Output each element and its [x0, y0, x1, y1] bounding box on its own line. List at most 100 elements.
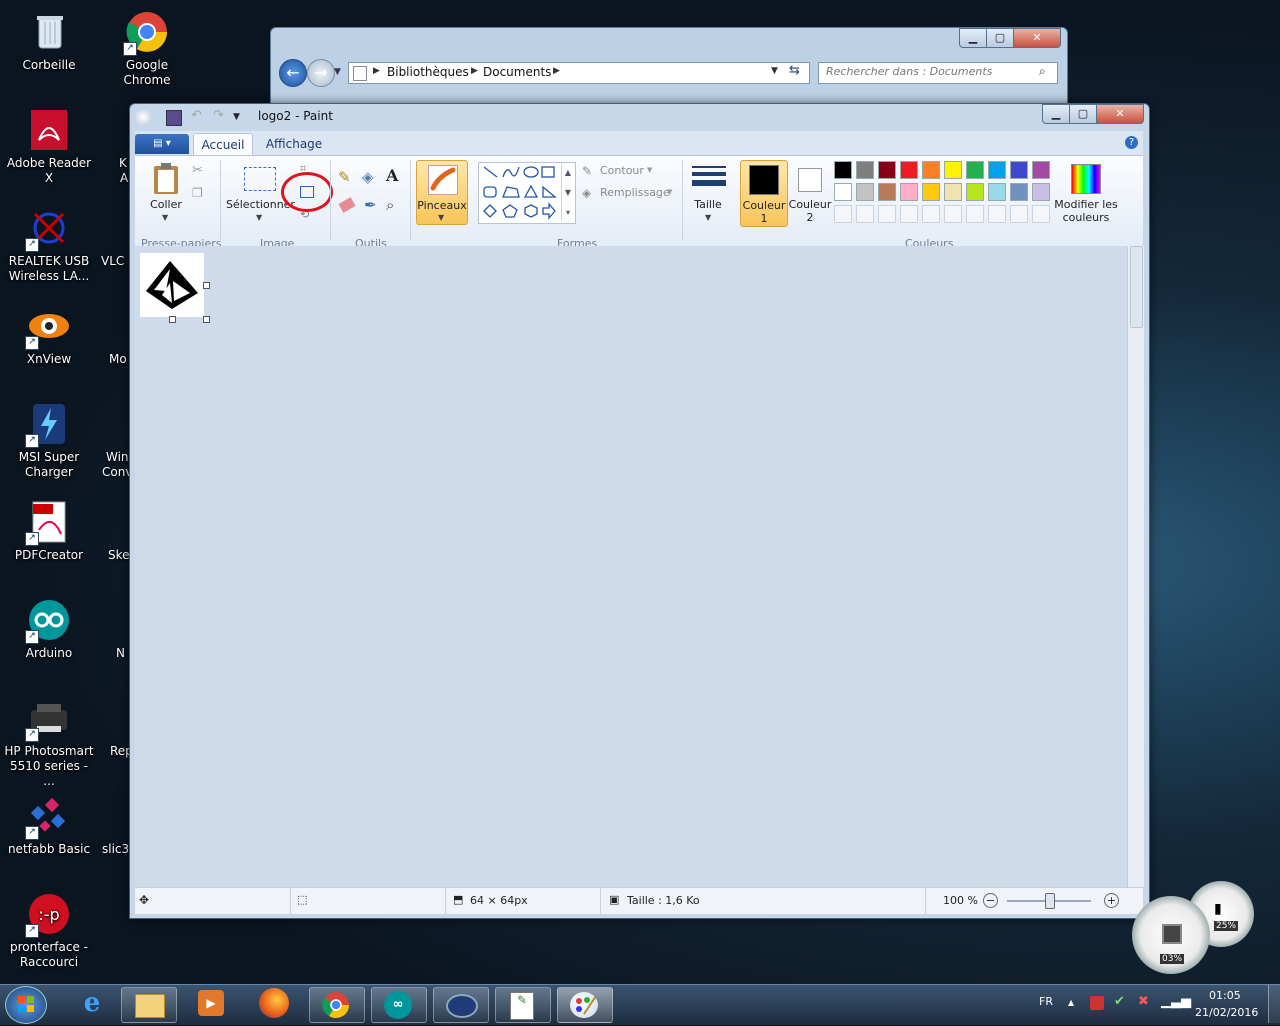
zoom-out-button[interactable]: − [983, 893, 998, 908]
paint-app-icon[interactable] [135, 109, 151, 125]
refresh-icon[interactable]: ⇆ [789, 63, 800, 78]
palette-swatch[interactable] [834, 161, 852, 179]
palette-swatch[interactable] [966, 183, 984, 201]
breadcrumb-arrow-icon[interactable]: ▶ [553, 66, 560, 76]
palette-swatch[interactable] [834, 183, 852, 201]
paint-menu-button[interactable]: ▤ ▾ [135, 134, 189, 154]
paste-button[interactable]: Coller [143, 198, 189, 211]
taskbar-editor[interactable]: ✎ [495, 987, 551, 1023]
select-icon[interactable] [244, 167, 276, 191]
pencil-icon[interactable]: ✎ [338, 168, 351, 186]
palette-swatch[interactable] [900, 183, 918, 201]
palette-swatch[interactable] [922, 183, 940, 201]
edit-colors-button[interactable]: Modifier les [1054, 198, 1118, 211]
quick-access-dropdown-icon[interactable]: ▼ [233, 112, 240, 122]
palette-empty-swatch[interactable] [988, 205, 1006, 223]
outline-button[interactable]: Contour [600, 164, 644, 177]
fill-icon[interactable]: ◈ [362, 168, 374, 186]
fill-bucket-icon[interactable]: ◈ [582, 186, 591, 200]
desktop-icon-pronterface[interactable]: :-p ↗ pronterface - Raccourci [4, 886, 94, 970]
palette-swatch[interactable] [988, 161, 1006, 179]
desktop-icon-realtek[interactable]: ↗ REALTEK USB Wireless LA... [4, 200, 94, 284]
palette-swatch[interactable] [1010, 183, 1028, 201]
desktop-icon-chrome[interactable]: ↗ Google Chrome [102, 4, 192, 88]
undo-icon[interactable]: ↶ [191, 108, 202, 123]
taskbar-paint[interactable] [557, 987, 613, 1023]
text-icon[interactable]: A [386, 166, 398, 185]
size-dropdown-icon[interactable]: ▼ [705, 213, 711, 222]
resize-handle-corner[interactable] [203, 316, 210, 323]
zoom-in-button[interactable]: + [1104, 893, 1119, 908]
palette-empty-swatch[interactable] [1032, 205, 1050, 223]
palette-empty-swatch[interactable] [1010, 205, 1028, 223]
palette-swatch[interactable] [944, 161, 962, 179]
recent-pages-dropdown-icon[interactable]: ▼ [334, 67, 341, 77]
address-dropdown-icon[interactable]: ▼ [771, 66, 778, 76]
desktop-icon-pdfcreator[interactable]: ↗ PDFCreator [4, 494, 94, 563]
color1-button[interactable]: Couleur 1 [740, 160, 788, 227]
address-bar[interactable]: ▶ Bibliothèques ▶ Documents ▶ ▼ ⇆ [348, 62, 810, 84]
palette-swatch[interactable] [1032, 183, 1050, 201]
palette-swatch[interactable] [944, 183, 962, 201]
palette-empty-swatch[interactable] [966, 205, 984, 223]
palette-swatch[interactable] [922, 161, 940, 179]
taskbar-xnview[interactable] [433, 987, 489, 1023]
palette-swatch[interactable] [878, 183, 896, 201]
breadcrumb-item[interactable]: Documents [483, 65, 551, 79]
copy-icon[interactable]: ❐ [192, 186, 203, 200]
edit-colors-button-line2[interactable]: couleurs [1054, 211, 1118, 224]
shapes-scroll[interactable]: ▲ ▼ ▾ [561, 163, 574, 221]
size-icon[interactable] [692, 164, 726, 192]
paste-dropdown-icon[interactable]: ▼ [162, 213, 168, 222]
palette-empty-swatch[interactable] [856, 205, 874, 223]
palette-empty-swatch[interactable] [944, 205, 962, 223]
palette-swatch[interactable] [900, 161, 918, 179]
explorer-close-button[interactable]: ✕ [1013, 28, 1061, 48]
firefox-icon[interactable] [259, 988, 289, 1018]
zoom-slider-thumb[interactable] [1045, 893, 1055, 909]
vertical-scrollbar[interactable] [1127, 246, 1144, 887]
palette-empty-swatch[interactable] [900, 205, 918, 223]
canvas-area[interactable] [135, 246, 1127, 887]
outline-icon[interactable]: ✎ [582, 164, 592, 178]
palette-swatch[interactable] [966, 161, 984, 179]
breadcrumb-arrow-icon[interactable]: ▶ [373, 66, 380, 76]
select-button[interactable]: Sélectionner [226, 198, 295, 211]
resize-handle-bottom[interactable] [169, 316, 176, 323]
explorer-search-input[interactable]: Rechercher dans : Documents ⌕ [818, 62, 1058, 84]
palette-swatch[interactable] [1010, 161, 1028, 179]
taskbar-explorer[interactable] [121, 987, 177, 1023]
explorer-maximize-button[interactable]: ▢ [986, 28, 1014, 48]
resize-handle-right[interactable] [203, 282, 210, 289]
color2-button[interactable]: Couleur 2 [787, 160, 833, 225]
paint-close-button[interactable]: ✕ [1096, 104, 1144, 124]
palette-empty-swatch[interactable] [878, 205, 896, 223]
desktop-icon-arduino[interactable]: ↗ Arduino [4, 592, 94, 661]
action-center-icon[interactable] [1090, 996, 1104, 1010]
paint-maximize-button[interactable]: ▢ [1069, 104, 1097, 124]
internet-explorer-icon[interactable]: e [76, 988, 108, 1020]
palette-swatch[interactable] [878, 161, 896, 179]
show-desktop-button[interactable] [1268, 985, 1280, 1023]
cut-icon[interactable]: ✂ [192, 163, 203, 178]
desktop-icon-xnview[interactable]: ↗ XnView [4, 298, 94, 367]
help-icon[interactable]: ? [1125, 136, 1138, 149]
breadcrumb-item[interactable]: Bibliothèques [387, 65, 469, 79]
paste-icon[interactable] [151, 162, 181, 196]
show-hidden-icons[interactable]: ▲ [1068, 998, 1074, 1007]
palette-swatch[interactable] [856, 183, 874, 201]
size-button[interactable]: Taille [688, 198, 728, 211]
tab-accueil[interactable]: Accueil [193, 133, 253, 156]
redo-icon[interactable]: ↷ [213, 108, 224, 123]
desktop-icon-hp-photosmart[interactable]: ↗ HP Photosmart 5510 series - ... [4, 690, 94, 789]
tab-affichage[interactable]: Affichage [262, 137, 326, 151]
desktop-icon-recycle-bin[interactable]: Corbeille [4, 4, 94, 73]
breadcrumb-arrow-icon[interactable]: ▶ [471, 66, 478, 76]
clock-date[interactable]: 21/02/2016 [1195, 1006, 1258, 1019]
desktop-icon-msi-super-charger[interactable]: ↗ MSI Super Charger [4, 396, 94, 480]
forward-button[interactable]: → [307, 59, 335, 87]
taskbar-chrome[interactable] [309, 987, 365, 1023]
media-player-icon[interactable]: ▶ [198, 990, 224, 1016]
palette-swatch[interactable] [1032, 161, 1050, 179]
magnifier-icon[interactable]: ⌕ [386, 196, 394, 214]
